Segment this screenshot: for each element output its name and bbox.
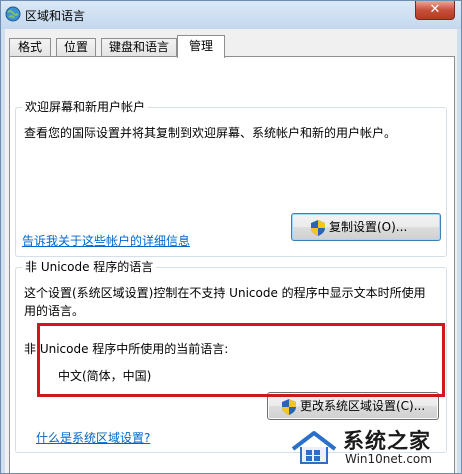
tab-administrative[interactable]: 管理 [177, 35, 225, 58]
change-system-locale-label: 更改系统区域设置(C)... [300, 399, 426, 413]
non-unicode-description-line1: 这个设置(系统区域设置)控制在不支持 Unicode 的程序中显示文本时所使用 [24, 286, 426, 300]
copy-settings-label: 复制设置(O)... [329, 220, 408, 234]
welcome-accounts-info-link[interactable]: 告诉我关于这些帐户的详细信息 [22, 233, 190, 249]
watermark-url: Win10net.com [345, 452, 432, 466]
watermark: 系统之家 Win10net.com [289, 423, 459, 471]
tab-formats[interactable]: 格式 [9, 38, 51, 57]
watermark-title: 系统之家 [343, 429, 431, 453]
globe-clock-icon [5, 6, 21, 22]
uac-shield-icon [311, 220, 325, 236]
tab-location-label: 位置 [63, 40, 88, 54]
close-button[interactable]: ✕ [415, 1, 455, 20]
region-language-window: 区域和语言 ✕ 格式 位置 键盘和语言 管理 欢迎屏幕和新用户帐户 查看您的国际… [0, 0, 462, 474]
administrative-tab-panel: 欢迎屏幕和新用户帐户 查看您的国际设置并将其复制到欢迎屏幕、系统帐户和新的用户帐… [9, 56, 455, 473]
non-unicode-group-title: 非 Unicode 程序的语言 [22, 260, 157, 274]
title-bar[interactable]: 区域和语言 ✕ [1, 1, 461, 29]
dialog-client-area: 格式 位置 键盘和语言 管理 欢迎屏幕和新用户帐户 查看您的国际设置并将其复制到… [5, 29, 457, 473]
tab-keyboards-languages[interactable]: 键盘和语言 [101, 38, 177, 57]
tab-administrative-label: 管理 [188, 39, 213, 53]
window-title: 区域和语言 [25, 9, 86, 23]
uac-shield-icon [282, 399, 296, 415]
highlight-annotation-box [37, 323, 445, 397]
tab-location[interactable]: 位置 [56, 38, 96, 57]
close-icon: ✕ [429, 2, 441, 17]
copy-settings-button[interactable]: 复制设置(O)... [291, 213, 441, 241]
what-is-system-locale-link[interactable]: 什么是系统区域设置? [36, 430, 150, 446]
non-unicode-description-line2: 用的语言。 [24, 304, 85, 318]
welcome-group-title: 欢迎屏幕和新用户帐户 [22, 100, 149, 114]
tab-keyboards-languages-label: 键盘和语言 [108, 40, 169, 54]
tab-formats-label: 格式 [17, 40, 42, 54]
welcome-description: 查看您的国际设置并将其复制到欢迎屏幕、系统帐户和新的用户帐户。 [24, 126, 397, 140]
house-logo-icon [291, 431, 337, 464]
